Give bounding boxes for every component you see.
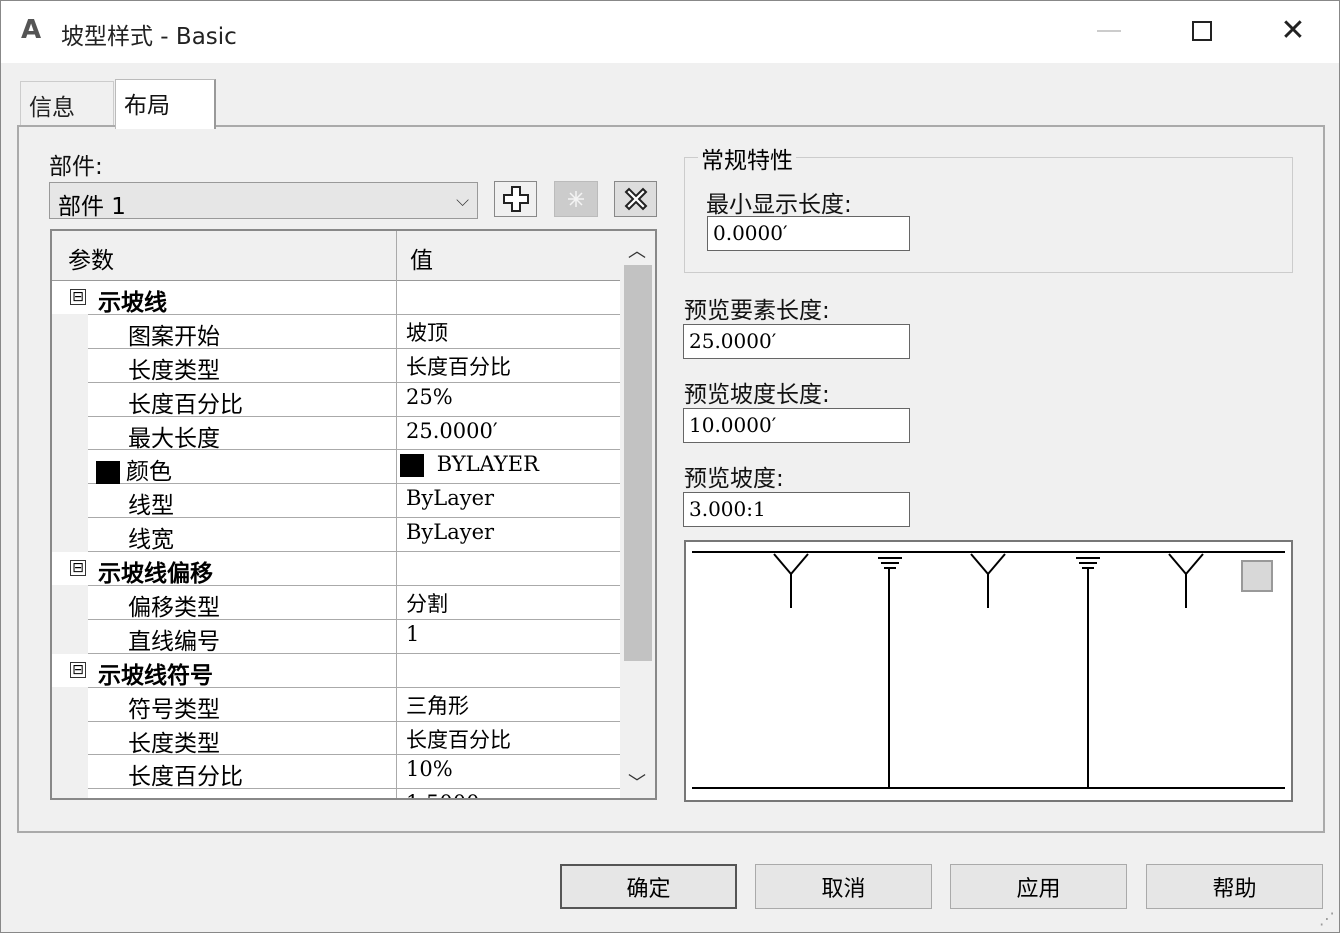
preview-slope-field[interactable]: 3.000:1 xyxy=(683,492,910,527)
preview-element-length-label: 预览要素长度: xyxy=(684,298,830,324)
slope-pattern-preview xyxy=(684,540,1293,802)
app-logo-icon: A xyxy=(21,15,42,45)
property-name: 示坡线 xyxy=(98,290,167,316)
property-name: 图案开始 xyxy=(128,323,220,350)
property-name: 宽度比例 xyxy=(128,791,220,798)
grid-rows: ⊟ 示坡线 图案开始 坡顶 长度类型 长度百分比 长度百分比 25% 最大长度 25.0000′ 颜… xyxy=(52,281,620,798)
property-name: 长度类型 xyxy=(128,730,220,757)
scrollbar-thumb[interactable] xyxy=(624,265,652,661)
chevron-down-icon: ⌵ xyxy=(456,191,469,211)
grid-property-row[interactable]: 长度类型 长度百分比 xyxy=(52,720,620,757)
property-name: 符号类型 xyxy=(128,696,220,723)
color-swatch-icon xyxy=(96,461,120,485)
grid-property-row[interactable]: 长度类型 长度百分比 xyxy=(52,347,620,384)
disabled-component-button[interactable] xyxy=(554,181,598,217)
grid-property-row[interactable]: 最大长度 25.0000′ xyxy=(52,415,620,452)
minimize-icon xyxy=(1097,30,1121,32)
maximize-icon xyxy=(1192,21,1212,41)
preview-slope-label: 预览坡度: xyxy=(684,466,784,492)
property-value[interactable]: 分割 xyxy=(406,588,448,618)
property-name: 偏移类型 xyxy=(128,595,220,622)
preview-slope-length-label: 预览坡度长度: xyxy=(684,382,830,408)
apply-button[interactable]: 应用 xyxy=(950,864,1127,909)
scroll-up-icon[interactable]: ︿ xyxy=(628,237,646,263)
tab-layout[interactable]: 布局 xyxy=(115,79,216,129)
grid-property-row[interactable]: 线型 ByLayer xyxy=(52,483,620,520)
grid-property-row[interactable]: 偏移类型 分割 xyxy=(52,585,620,622)
property-name: 最大长度 xyxy=(128,425,220,452)
plus-icon xyxy=(502,186,529,212)
property-name: 颜色 xyxy=(96,452,172,486)
cancel-button[interactable]: 取消 xyxy=(755,864,932,909)
grid-header: 参数 值 xyxy=(52,231,620,281)
property-value[interactable]: 1 xyxy=(406,622,419,646)
color-swatch-icon xyxy=(400,454,424,478)
collapse-toggle-icon[interactable]: ⊟ xyxy=(70,560,86,577)
grid-property-row[interactable]: 直线编号 1 xyxy=(52,618,620,655)
grid-property-row[interactable]: 长度百分比 10% xyxy=(52,754,620,791)
property-name: 示坡线偏移 xyxy=(98,561,213,588)
property-value[interactable]: 长度百分比 xyxy=(406,724,511,754)
preview-toggle-checkbox[interactable] xyxy=(1241,560,1273,592)
component-label: 部件: xyxy=(49,154,103,180)
component-selected-value: 部件 1 xyxy=(58,194,126,220)
grid-category-row[interactable]: ⊟ 示坡线偏移 xyxy=(52,552,620,588)
property-value[interactable]: ByLayer xyxy=(406,520,494,544)
grid-category-row[interactable]: ⊟ 示坡线 xyxy=(52,281,620,316)
column-header-value: 值 xyxy=(410,248,433,274)
delete-x-icon xyxy=(624,187,647,211)
property-name: 线宽 xyxy=(128,527,174,554)
close-button[interactable]: ✕ xyxy=(1268,11,1318,51)
property-value[interactable]: 25% xyxy=(406,385,453,409)
grid-property-row[interactable]: 宽度比例 1.5000 xyxy=(52,788,620,798)
tab-info[interactable]: 信息 xyxy=(20,81,114,125)
title-bar: A 坡型样式 - Basic ✕ xyxy=(1,1,1339,63)
window-title: 坡型样式 - Basic xyxy=(61,24,237,50)
property-value[interactable]: 长度百分比 xyxy=(406,351,511,381)
add-component-button[interactable] xyxy=(494,181,537,217)
property-value[interactable]: BYLAYER xyxy=(400,452,539,478)
component-dropdown[interactable]: 部件 1 ⌵ xyxy=(49,182,478,220)
collapse-toggle-icon[interactable]: ⊟ xyxy=(70,661,86,678)
property-value[interactable]: 坡顶 xyxy=(406,317,448,347)
property-value[interactable]: 三角形 xyxy=(406,690,469,720)
property-name: 长度百分比 xyxy=(128,391,243,418)
preview-element-length-field[interactable]: 25.0000′ xyxy=(683,324,910,359)
sparkle-icon xyxy=(568,191,584,207)
general-properties-title: 常规特性 xyxy=(698,141,796,175)
grid-property-row[interactable]: 长度百分比 25% xyxy=(52,381,620,418)
min-display-length-field[interactable]: 0.0000′ xyxy=(707,216,910,251)
help-button[interactable]: 帮助 xyxy=(1146,864,1323,909)
property-value[interactable]: 1.5000 xyxy=(406,791,479,798)
minimize-button[interactable] xyxy=(1084,11,1134,51)
column-header-param: 参数 xyxy=(68,248,114,274)
grid-property-row[interactable]: 颜色 BYLAYER xyxy=(52,449,620,486)
resize-grip-icon[interactable]: ⋰ xyxy=(1319,909,1335,928)
close-icon: ✕ xyxy=(1280,13,1306,48)
property-value[interactable]: ByLayer xyxy=(406,486,494,510)
grid-scrollbar[interactable]: ︿ ﹀ xyxy=(620,231,655,798)
slope-pattern-drawing xyxy=(692,551,1285,789)
grid-property-row[interactable]: 图案开始 坡顶 xyxy=(52,313,620,350)
delete-component-button[interactable] xyxy=(614,181,657,217)
ok-button[interactable]: 确定 xyxy=(560,864,737,909)
property-value[interactable]: 10% xyxy=(406,757,453,781)
grid-category-row[interactable]: ⊟ 示坡线符号 xyxy=(52,653,620,689)
property-name: 直线编号 xyxy=(128,628,220,655)
parameter-grid: 参数 值 ⊟ 示坡线 图案开始 坡顶 长度类型 长度百分比 长度百分比 25% 最大长度 25.0… xyxy=(50,229,657,800)
slope-pattern-style-dialog: A 坡型样式 - Basic ✕ 信息 布局 部件: 部件 1 ⌵ 参数 值 ⊟… xyxy=(0,0,1340,933)
min-display-length-label: 最小显示长度: xyxy=(706,192,852,218)
property-name: 示坡线符号 xyxy=(98,662,213,689)
preview-slope-length-field[interactable]: 10.0000′ xyxy=(683,408,910,443)
property-value[interactable]: 25.0000′ xyxy=(406,419,498,443)
property-name: 线型 xyxy=(128,493,174,520)
maximize-button[interactable] xyxy=(1177,11,1227,51)
property-name: 长度百分比 xyxy=(128,764,243,791)
property-name: 长度类型 xyxy=(128,357,220,384)
grid-property-row[interactable]: 符号类型 三角形 xyxy=(52,686,620,723)
collapse-toggle-icon[interactable]: ⊟ xyxy=(70,289,86,305)
scroll-down-icon[interactable]: ﹀ xyxy=(628,769,646,795)
grid-property-row[interactable]: 线宽 ByLayer xyxy=(52,517,620,554)
